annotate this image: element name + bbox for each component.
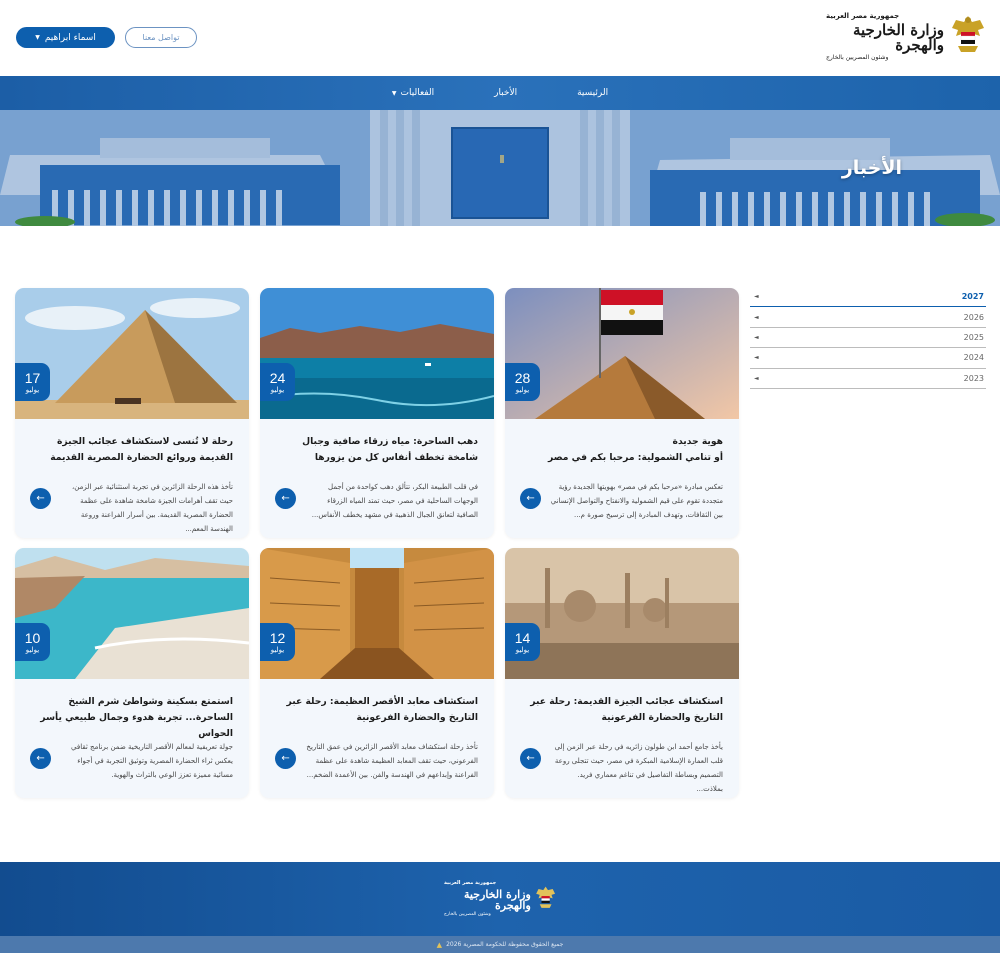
caret-left-icon: ◄ [754,333,759,341]
date-badge: 28 يوليو [505,363,540,401]
user-menu-button[interactable]: اسماء ابراهيم ▼ [16,27,115,48]
year-item-2025[interactable]: 2025 ◄ [750,328,986,349]
news-card[interactable]: 17 يوليو رحلة لا تُنسى لاستكشاف عجائب ال… [15,288,249,538]
date-month: يوليو [515,645,530,654]
page-title: الأخبار [841,157,902,179]
site-footer: جمهورية مصر العربية وزارة الخارجية والهج… [0,862,1000,936]
arrow-left-icon[interactable]: ← [30,488,51,509]
arrow-left-icon[interactable]: ← [520,488,541,509]
ministry-logo[interactable]: جمهورية مصر العربية وزارة الخارجية والهج… [826,10,986,64]
nav-item-label: الرئيسية [577,88,609,98]
copyright-bar: جميع الحقوق محفوظة للحكومة المصرية 2026 … [0,936,1000,953]
date-month: يوليو [25,645,40,654]
news-card[interactable]: 12 يوليو استكشاف معابد الأقصر العظيمة: ر… [260,548,494,798]
contact-us-label: تواصل معنا [142,33,180,42]
date-badge: 14 يوليو [505,623,540,661]
caret-left-icon: ◄ [754,313,759,321]
news-card-title[interactable]: استمتع بسكينة وشواطئ شرم الشيخ الساحرة..… [27,694,233,742]
news-card[interactable]: 28 يوليو هوية جديدة أو تنامي الشمولية: م… [505,288,739,538]
arrow-left-icon[interactable]: ← [520,748,541,769]
news-card-title[interactable]: استكشاف عجائب الجيزة القديمة: رحلة عبر ا… [517,694,723,726]
news-card-title[interactable]: رحلة لا تُنسى لاستكشاف عجائب الجيزة القد… [27,434,233,466]
date-badge: 17 يوليو [15,363,50,401]
date-day: 10 [24,629,41,646]
news-card-image [505,288,739,419]
year-item-2027[interactable]: 2027 ◄ [750,287,986,308]
user-name-label: اسماء ابراهيم [44,32,96,43]
egypt-eagle-emblem-icon [535,886,555,908]
news-card-image [15,288,249,419]
date-month: يوليو [25,385,40,394]
copyright-text: جميع الحقوق محفوظة للحكومة المصرية 2026 [446,941,564,948]
contact-us-button[interactable]: تواصل معنا [125,27,197,48]
news-card-excerpt: يأخذ جامع أحمد ابن طولون زائريه في رحلة … [554,743,723,793]
arrow-left-icon[interactable]: ← [275,748,296,769]
caret-down-icon: ▼ [35,34,40,41]
year-item-2026[interactable]: 2026 ◄ [750,307,986,328]
news-card-excerpt: تعكس مبادرة «مرحبا بكم في مصر» بهويتها ا… [550,483,723,519]
nav-item-label: الأخبار [494,88,518,98]
nav-item-label: الفعاليات [400,88,435,98]
year-label: 2023 [963,373,984,383]
nav-item-home[interactable]: الرئيسية [547,88,638,98]
news-card-title[interactable]: هوية جديدة أو تنامي الشمولية: مرحبا بكم … [517,434,723,466]
year-label: 2027 [961,292,984,302]
main-navbar: الرئيسية الأخبار الفعاليات ▼ [0,76,1000,110]
logo-sub-text: وشئون المصريين بالخارج [826,54,889,61]
date-month: يوليو [270,385,285,394]
caret-left-icon: ◄ [754,354,759,362]
caret-left-icon: ◄ [754,374,759,382]
nav-item-news[interactable]: الأخبار [464,88,547,98]
news-card-image [505,548,739,679]
nav-item-events[interactable]: الفعاليات ▼ [362,88,464,98]
logo-ministry-text: وزارة الخارجية والهجرة [852,21,944,54]
date-badge: 10 يوليو [15,623,50,661]
caret-left-icon: ◄ [754,293,759,301]
news-card-excerpt: تأخذ هذه الرحلة الزائرين في تجربة استثنا… [72,483,233,533]
news-card-image [260,548,494,679]
year-label: 2025 [963,332,984,342]
year-label: 2024 [963,353,984,363]
news-card-excerpt: جولة تعريفية لمعالم الأقصر التاريخية ضمن… [71,743,233,779]
year-label: 2026 [963,312,984,322]
news-card[interactable]: 10 يوليو استمتع بسكينة وشواطئ شرم الشيخ … [15,548,249,798]
year-item-2023[interactable]: 2023 ◄ [750,369,986,389]
year-item-2024[interactable]: 2024 ◄ [750,348,986,369]
date-day: 12 [269,629,286,646]
date-month: يوليو [270,645,285,654]
logo-country-text: جمهورية مصر العربية [826,12,900,20]
date-month: يوليو [515,385,530,394]
news-card-title[interactable]: دهب الساحرة: مياه زرقاء صافية وجبال شامخ… [272,434,478,466]
caret-down-icon: ▼ [391,89,397,97]
news-card-title[interactable]: استكشاف معابد الأقصر العظيمة: رحلة عبر ا… [272,694,478,726]
date-day: 24 [269,369,286,386]
date-badge: 24 يوليو [260,363,295,401]
logo-country-text: جمهورية مصر العربية [444,879,497,886]
arrow-left-icon[interactable]: ← [275,488,296,509]
news-card-image [15,548,249,679]
news-card-image [260,288,494,419]
date-badge: 12 يوليو [260,623,295,661]
hero-banner: الأخبار [0,110,1000,226]
egypt-eagle-mini-icon: ▲ [436,940,443,949]
year-filter-list: 2027 ◄ 2026 ◄ 2025 ◄ 2024 ◄ 2023 ◄ [750,287,986,389]
news-card-excerpt: تأخذ رحلة استكشاف معابد الأقصر الزائرين … [306,743,478,779]
news-card-excerpt: في قلب الطبيعة البكر، تتألق دهب كواحدة م… [311,483,478,519]
logo-sub-text: وشئون المصريين بالخارج [444,911,491,917]
footer-ministry-logo[interactable]: جمهورية مصر العربية وزارة الخارجية والهج… [444,880,556,918]
arrow-left-icon[interactable]: ← [30,748,51,769]
news-card[interactable]: 24 يوليو دهب الساحرة: مياه زرقاء صافية و… [260,288,494,538]
date-day: 28 [514,369,531,386]
egypt-eagle-emblem-icon [952,16,984,52]
date-day: 17 [24,369,41,386]
date-day: 14 [514,629,531,646]
news-card[interactable]: 14 يوليو استكشاف عجائب الجيزة القديمة: ر… [505,548,739,798]
site-header: جمهورية مصر العربية وزارة الخارجية والهج… [0,0,1000,76]
logo-ministry-text: وزارة الخارجية والهجرة [464,887,531,912]
